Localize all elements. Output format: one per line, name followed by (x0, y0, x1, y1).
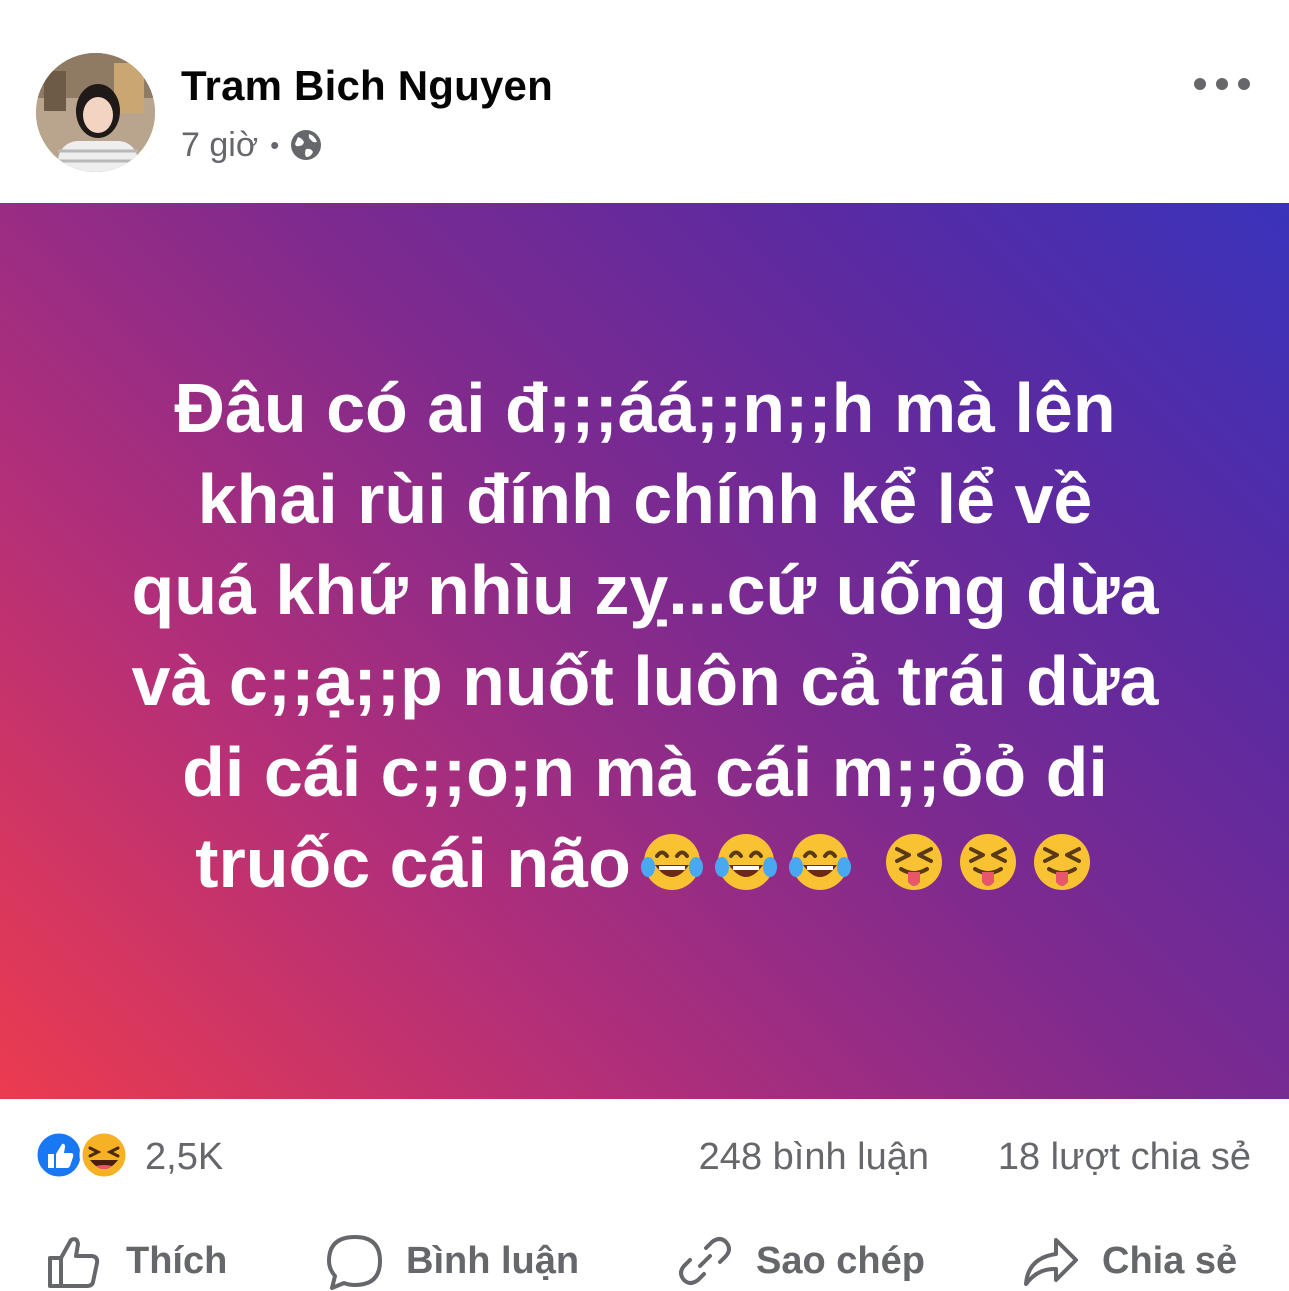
avatar-photo (36, 53, 155, 172)
reaction-count[interactable]: 2,5K (145, 1136, 223, 1179)
status-line: khai rùi đính chính kể lể về (197, 460, 1093, 538)
globe-icon (291, 130, 322, 160)
thumbs-up-icon (48, 1237, 100, 1288)
laughing-tears-emoji (714, 834, 777, 890)
status-line: Đâu có ai đ;;;áá;;n;;h mà lên (174, 369, 1116, 447)
squinting-tongue-emoji (959, 834, 1016, 890)
reaction-icons[interactable] (34, 1130, 134, 1180)
comment-button[interactable]: Bình luận (326, 1231, 579, 1291)
status-line: quá khứ nhìu zỵ...cứ uống dừa (131, 551, 1159, 629)
link-icon (679, 1237, 731, 1285)
like-label: Thích (126, 1239, 228, 1282)
more-options-icon (1194, 78, 1206, 90)
comment-bubble-icon (327, 1235, 382, 1290)
meta-separator: • (270, 129, 280, 160)
share-arrow-icon (1024, 1238, 1078, 1286)
more-options-button[interactable] (1194, 64, 1250, 104)
more-options-icon (1216, 78, 1228, 90)
comment-label: Bình luận (406, 1239, 580, 1282)
post-header: Tram Bich Nguyen 7 giờ • (0, 0, 1289, 203)
author-name[interactable]: Tram Bich Nguyen (181, 62, 553, 110)
action-bar: Thích Bình luận Sao chép Chia sẻ (0, 1211, 1289, 1291)
share-button[interactable]: Chia sẻ (1022, 1231, 1237, 1291)
like-button[interactable]: Thích (46, 1231, 227, 1291)
avatar[interactable] (36, 53, 155, 172)
copy-label: Sao chép (756, 1239, 925, 1282)
status-line-last: truốc cái não (60, 818, 1230, 909)
status-background[interactable]: Đâu có ai đ;;;áá;;n;;h mà lên khai rùi đ… (0, 203, 1289, 1099)
more-options-icon (1238, 78, 1250, 90)
laughing-tears-emoji (788, 834, 851, 890)
status-text: Đâu có ai đ;;;áá;;n;;h mà lên khai rùi đ… (60, 363, 1230, 909)
comments-count[interactable]: 248 bình luận (699, 1136, 929, 1179)
laughing-tears-emoji (640, 834, 703, 890)
haha-reaction-icon (79, 1130, 129, 1180)
reaction-summary: 2,5K 248 bình luận 18 lượt chia sẻ (0, 1099, 1289, 1211)
post-timestamp[interactable]: 7 giờ (181, 126, 258, 165)
status-line: và c;;ạ;;p nuốt luôn cả trái dừa (131, 642, 1159, 720)
status-line-text: truốc cái não (195, 824, 631, 902)
post-meta: 7 giờ • (181, 122, 323, 168)
squinting-tongue-emoji (1033, 834, 1090, 890)
status-line: di cái c;;o;n mà cái m;;ỏỏ di (182, 733, 1108, 811)
shares-count[interactable]: 18 lượt chia sẻ (998, 1136, 1251, 1179)
share-label: Chia sẻ (1102, 1239, 1238, 1282)
copy-button[interactable]: Sao chép (676, 1231, 925, 1291)
squinting-tongue-emoji (885, 834, 942, 890)
